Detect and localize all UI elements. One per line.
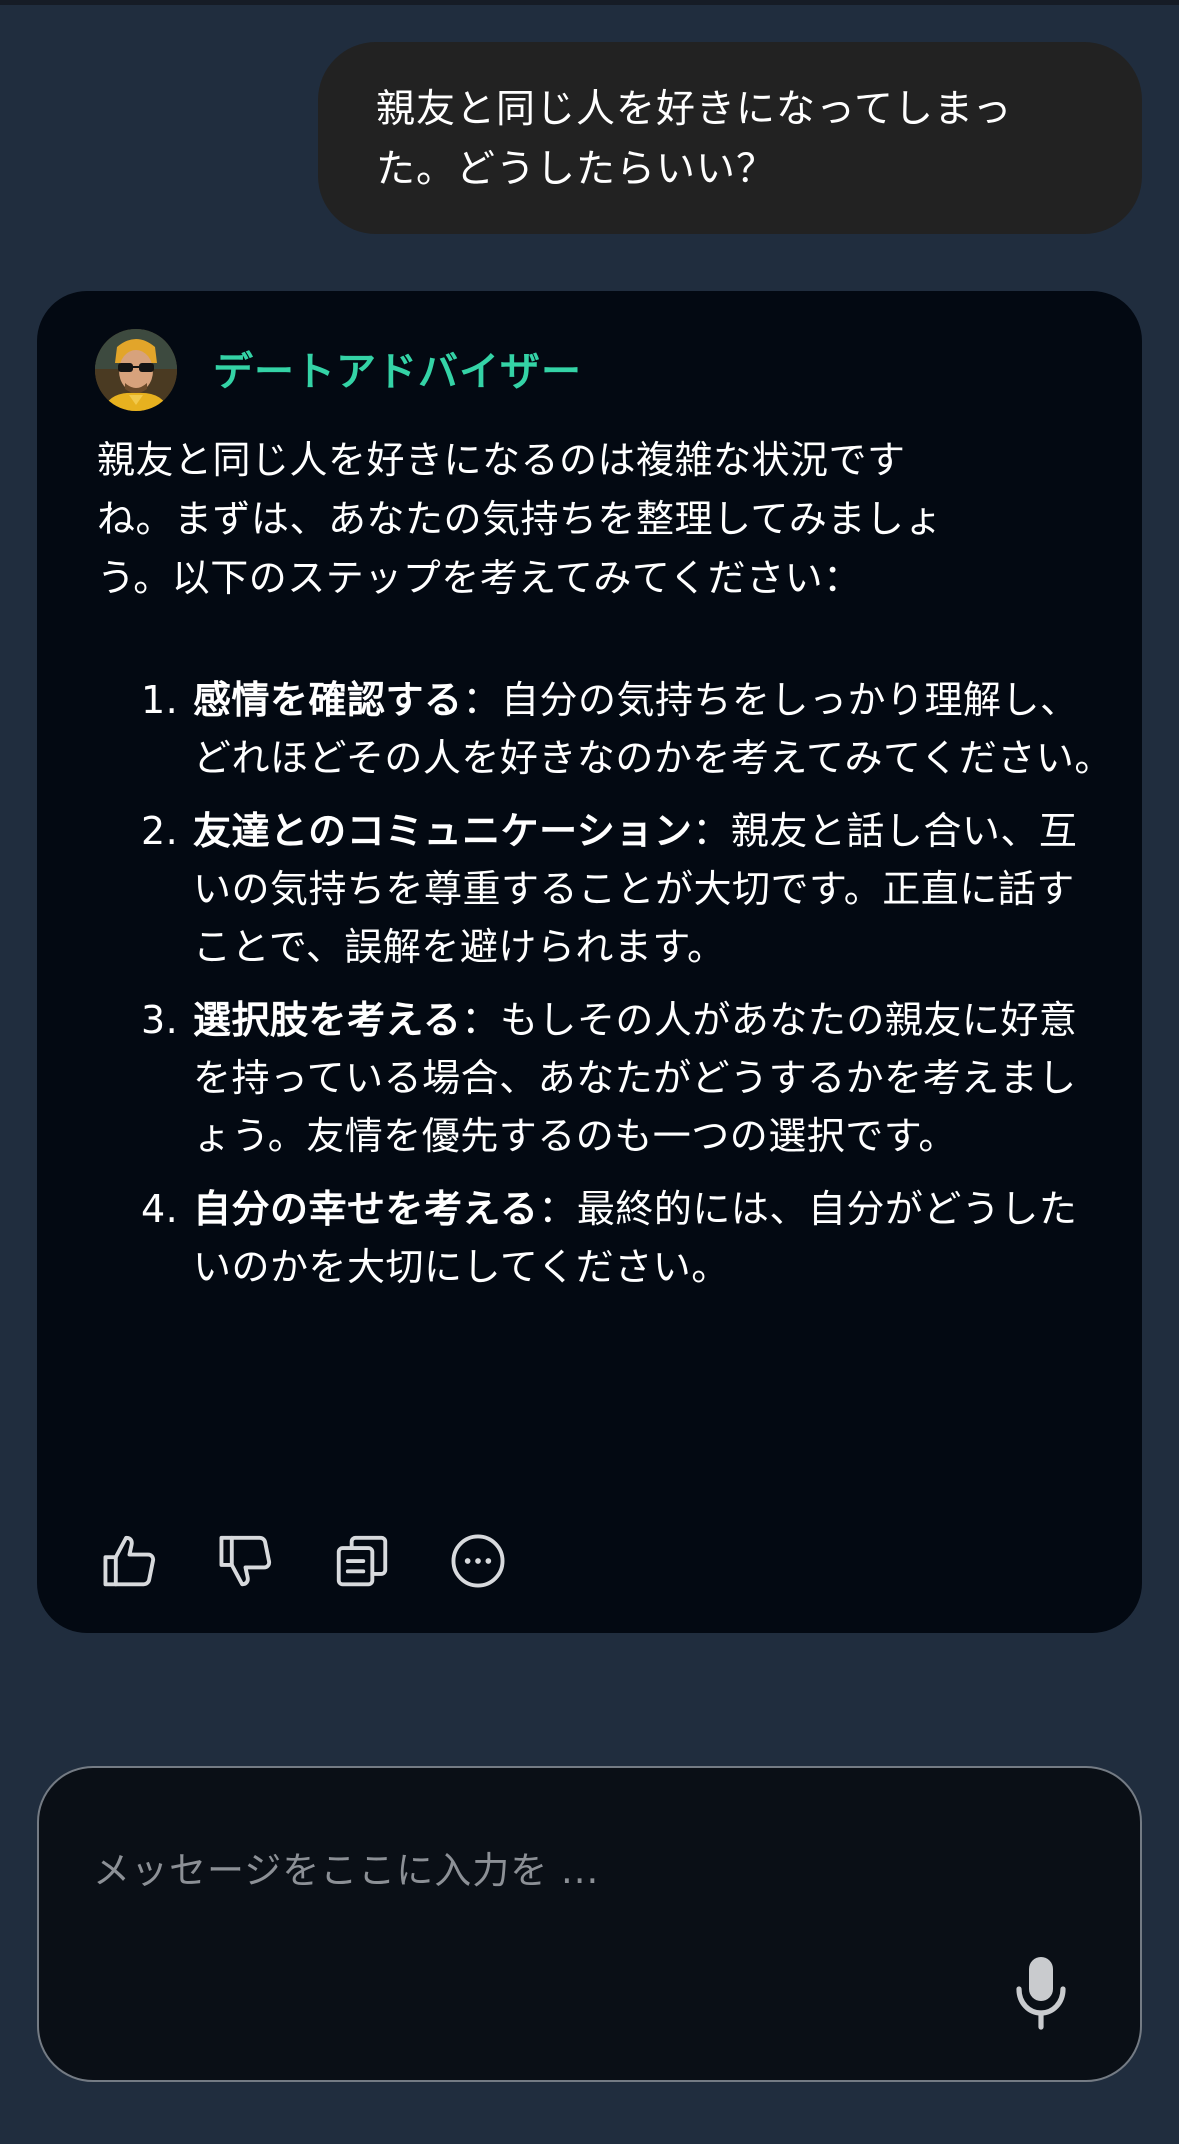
step-title: 自分の幸せを考える bbox=[193, 1187, 539, 1231]
top-divider bbox=[0, 0, 1179, 5]
avatar[interactable] bbox=[95, 329, 177, 411]
message-actions bbox=[99, 1526, 563, 1596]
user-message-line-2: た。どうしたらいい？ bbox=[376, 147, 777, 192]
list-item: 2. 友達とのコミュニケーション：親友と話し合い、互いの気持ちを尊重することが大… bbox=[141, 802, 1113, 976]
bot-message-card: デートアドバイザー 親友と同じ人を好きになるのは複雑な状況です ね。まずは、あな… bbox=[37, 291, 1142, 1633]
microphone-icon bbox=[1016, 1957, 1066, 2030]
bot-name: デートアドバイザー bbox=[213, 349, 582, 395]
copy-button[interactable] bbox=[331, 1530, 393, 1592]
intro-line-2: ね。まずは、あなたの気持ちを整理してみましょ bbox=[97, 497, 943, 541]
step-number: 4. bbox=[141, 1187, 179, 1231]
intro-line-3: う。以下のステップを考えてみてください： bbox=[97, 556, 862, 600]
step-title: 友達とのコミュニケーション bbox=[193, 809, 693, 853]
like-button[interactable] bbox=[99, 1530, 161, 1592]
list-item: 4. 自分の幸せを考える：最終的には、自分がどうしたいのかを大切にしてください。 bbox=[141, 1180, 1113, 1296]
thumbs-up-icon bbox=[103, 1535, 156, 1587]
list-item: 3. 選択肢を考える：もしその人があなたの親友に好意を持っている場合、あなたがど… bbox=[141, 991, 1113, 1165]
user-message-bubble: 親友と同じ人を好きになってしまっ た。どうしたらいい？ bbox=[318, 42, 1142, 234]
advice-steps-list: 1. 感情を確認する：自分の気持ちをしっかり理解し、どれほどその人を好きなのかを… bbox=[141, 671, 1113, 1311]
bot-intro-text: 親友と同じ人を好きになるのは複雑な状況です ね。まずは、あなたの気持ちを整理して… bbox=[97, 431, 1107, 608]
voice-input-button[interactable] bbox=[1009, 1950, 1073, 2036]
step-title: 選択肢を考える bbox=[193, 998, 462, 1042]
dislike-button[interactable] bbox=[215, 1530, 277, 1592]
step-number: 3. bbox=[141, 998, 179, 1042]
user-message-line-1: 親友と同じ人を好きになってしまっ bbox=[376, 87, 1013, 132]
message-input-placeholder[interactable]: メッセージをここに入力を ... bbox=[93, 1840, 599, 1894]
intro-line-1: 親友と同じ人を好きになるのは複雑な状況です bbox=[97, 438, 906, 482]
step-title: 感情を確認する bbox=[193, 678, 463, 722]
step-number: 2. bbox=[141, 809, 179, 853]
step-number: 1. bbox=[141, 678, 179, 722]
more-options-button[interactable] bbox=[447, 1530, 509, 1592]
message-input-box[interactable]: メッセージをここに入力を ... bbox=[37, 1766, 1142, 2082]
more-icon bbox=[451, 1534, 505, 1588]
list-item: 1. 感情を確認する：自分の気持ちをしっかり理解し、どれほどその人を好きなのかを… bbox=[141, 671, 1113, 787]
person-with-sunglasses-avatar-icon bbox=[95, 329, 177, 411]
copy-icon bbox=[336, 1535, 388, 1587]
thumbs-down-icon bbox=[219, 1535, 272, 1587]
